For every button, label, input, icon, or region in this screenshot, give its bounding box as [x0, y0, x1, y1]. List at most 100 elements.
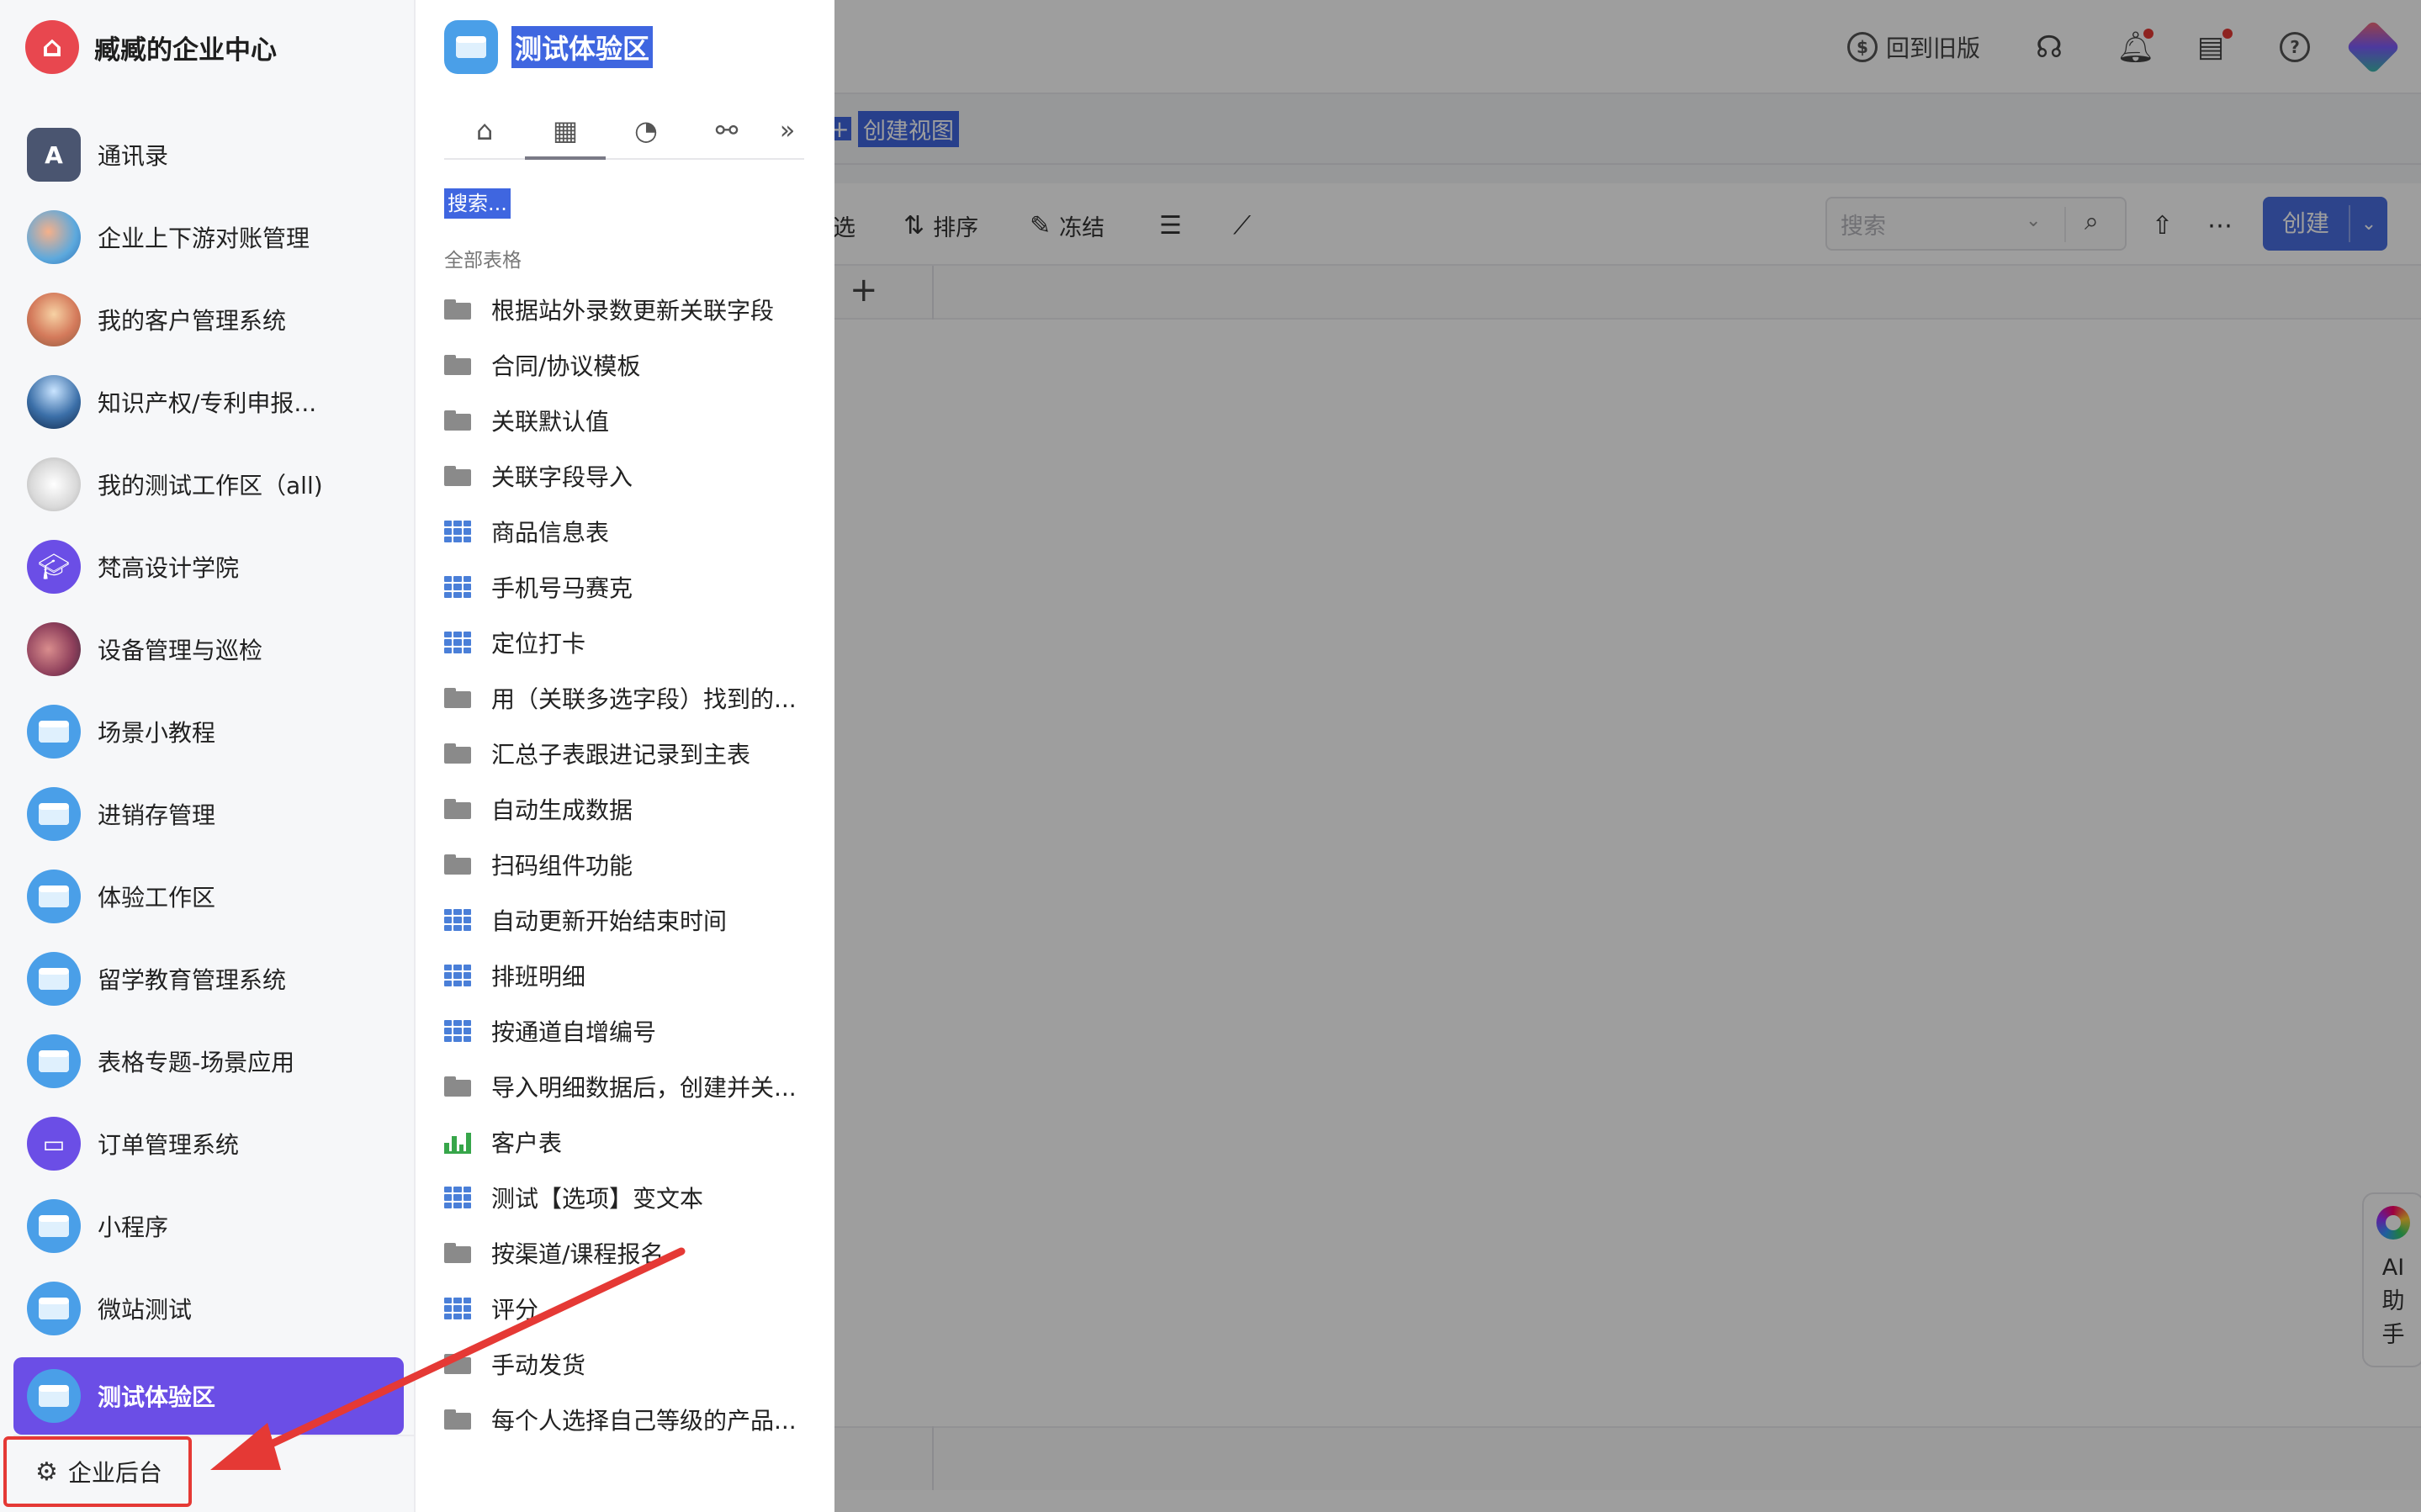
nav-item-ip-patent[interactable]: 知识产权/专利申报... [13, 368, 404, 436]
table-list-item-label: 手动发货 [491, 1351, 586, 1379]
nav-item-contacts[interactable]: A 通讯录 [13, 121, 404, 188]
nav-label: 企业上下游对账管理 [98, 225, 310, 252]
table-list-item[interactable]: 手动发货 [444, 1339, 806, 1389]
double-chevron-right-icon: » [779, 115, 796, 145]
table-list-item[interactable]: 导入明细数据后，创建并关... [444, 1061, 806, 1112]
org-header[interactable]: ⌂ 臧臧的企业中心 [25, 20, 277, 74]
grid-table-icon [444, 1298, 471, 1319]
nav-label: 我的客户管理系统 [98, 307, 287, 335]
table-list-item[interactable]: 扫码组件功能 [444, 839, 806, 890]
table-list-item[interactable]: 客户表 [444, 1117, 806, 1167]
table-list-item-label: 用（关联多选字段）找到的... [491, 685, 797, 713]
panel-search-input[interactable]: 搜索... [444, 188, 511, 219]
nav-item-test-experience[interactable]: 测试体验区 [13, 1357, 404, 1435]
nav-item-design-academy[interactable]: 🎓︎ 梵高设计学院 [13, 533, 404, 600]
nav-label: 场景小教程 [98, 719, 216, 747]
table-list-item[interactable]: 每个人选择自己等级的产品... [444, 1394, 806, 1445]
workspace-window-icon [27, 787, 81, 841]
table-list-item-label: 手机号马赛克 [491, 574, 633, 602]
nav-label: 测试体验区 [98, 1383, 216, 1411]
nav-item-inventory[interactable]: 进销存管理 [13, 780, 404, 848]
workflow-icon: ⚯ [715, 114, 739, 146]
workspace-window-icon [27, 705, 81, 759]
panel-title[interactable]: 测试体验区 [511, 26, 654, 68]
target-avatar-icon [27, 210, 81, 264]
nav-item-microsite[interactable]: 微站测试 [13, 1275, 404, 1342]
enterprise-admin-button[interactable]: ⚙ 企业后台 [3, 1436, 192, 1507]
table-list-item[interactable]: 商品信息表 [444, 506, 806, 557]
folder-icon [444, 1076, 471, 1097]
inbox-tray-icon: ▭ [27, 1117, 81, 1171]
nav-item-table-topics[interactable]: 表格专题-场景应用 [13, 1028, 404, 1095]
grid-table-icon [444, 1020, 471, 1042]
table-list-item-label: 按渠道/课程报名 [491, 1240, 665, 1268]
grid-table-icon [444, 521, 471, 542]
table-list-item-label: 导入明细数据后，创建并关... [491, 1074, 797, 1102]
nav-item-miniprogram[interactable]: 小程序 [13, 1192, 404, 1260]
gear-icon: ⚙ [35, 1456, 58, 1487]
org-name: 臧臧的企业中心 [94, 34, 277, 66]
grid-table-icon [444, 965, 471, 986]
table-list-item[interactable]: 自动更新开始结束时间 [444, 895, 806, 945]
table-list-item[interactable]: 合同/协议模板 [444, 340, 806, 390]
panel-header: 测试体验区 [444, 20, 654, 74]
table-icon: ▦ [552, 114, 579, 146]
table-list-item-label: 汇总子表跟进记录到主表 [491, 741, 751, 769]
nav-item-experience[interactable]: 体验工作区 [13, 863, 404, 930]
org-logo-icon: ⌂ [25, 20, 79, 74]
nav-item-crm[interactable]: 我的客户管理系统 [13, 286, 404, 353]
workspace-window-icon [27, 1282, 81, 1335]
tab-tables[interactable]: ▦ [525, 103, 606, 160]
workspace-panel: 测试体验区 ⌂ ▦ ◔ ⚯ » 搜索... 全部表格 根据站外录数更新关联字段合… [416, 0, 834, 1512]
table-list-item-label: 自动更新开始结束时间 [491, 907, 728, 935]
folder-icon [444, 688, 471, 708]
table-list-item[interactable]: 定位打卡 [444, 617, 806, 668]
folder-icon [444, 1243, 471, 1263]
table-list-item[interactable]: 关联默认值 [444, 395, 806, 446]
nav-item-orders[interactable]: ▭ 订单管理系统 [13, 1110, 404, 1177]
table-list-item[interactable]: 手机号马赛克 [444, 562, 806, 612]
nav-item-tutorial[interactable]: 场景小教程 [13, 698, 404, 765]
tabs-more-button[interactable]: » [771, 103, 804, 158]
grid-table-icon [444, 1187, 471, 1208]
table-list-item[interactable]: 关联字段导入 [444, 451, 806, 501]
folder-icon [444, 466, 471, 486]
folder-icon [444, 799, 471, 819]
table-list-item-label: 排班明细 [491, 963, 586, 991]
workspace-nav: ⌂ 臧臧的企业中心 A 通讯录 企业上下游对账管理 我的客户管理系统 知识产权/… [0, 0, 416, 1512]
pie-chart-icon: ◔ [634, 114, 658, 146]
table-list-item[interactable]: 评分 [444, 1283, 806, 1334]
table-list-item[interactable]: 自动生成数据 [444, 784, 806, 834]
workspace-window-icon [444, 20, 498, 74]
nav-label: 通讯录 [98, 142, 169, 170]
tab-dashboards[interactable]: ◔ [606, 103, 686, 158]
table-list-item[interactable]: 根据站外录数更新关联字段 [444, 284, 806, 335]
contacts-book-icon: A [27, 128, 81, 182]
table-list-item-label: 商品信息表 [491, 519, 610, 547]
table-list-item-label: 关联默认值 [491, 408, 610, 436]
table-list-item[interactable]: 按通道自增编号 [444, 1006, 806, 1056]
nav-item-equipment[interactable]: 设备管理与巡检 [13, 616, 404, 683]
folder-icon [444, 1409, 471, 1430]
table-list-item-label: 根据站外录数更新关联字段 [491, 297, 775, 325]
tab-workflows[interactable]: ⚯ [686, 103, 767, 158]
nav-label: 我的测试工作区（all) [98, 472, 323, 500]
table-list-item[interactable]: 汇总子表跟进记录到主表 [444, 728, 806, 779]
nav-item-test-workspace[interactable]: 我的测试工作区（all) [13, 451, 404, 518]
nav-item-study-abroad[interactable]: 留学教育管理系统 [13, 945, 404, 1012]
table-list-item[interactable]: 用（关联多选字段）找到的... [444, 673, 806, 723]
section-label: 全部表格 [444, 250, 522, 272]
table-list-item-label: 定位打卡 [491, 630, 586, 658]
home-icon: ⌂ [475, 114, 494, 146]
bar-chart-icon [444, 1130, 471, 1154]
table-list-item[interactable]: 排班明细 [444, 950, 806, 1001]
table-list-item[interactable]: 按渠道/课程报名 [444, 1228, 806, 1278]
table-list-item-label: 评分 [491, 1296, 539, 1324]
tab-home[interactable]: ⌂ [444, 103, 525, 158]
table-list-item[interactable]: 测试【选项】变文本 [444, 1172, 806, 1223]
workspace-window-icon [27, 1034, 81, 1088]
nav-label: 体验工作区 [98, 884, 216, 912]
nav-item-reconciliation[interactable]: 企业上下游对账管理 [13, 204, 404, 271]
nav-label: 留学教育管理系统 [98, 966, 287, 994]
table-list-item-label: 按通道自增编号 [491, 1018, 657, 1046]
